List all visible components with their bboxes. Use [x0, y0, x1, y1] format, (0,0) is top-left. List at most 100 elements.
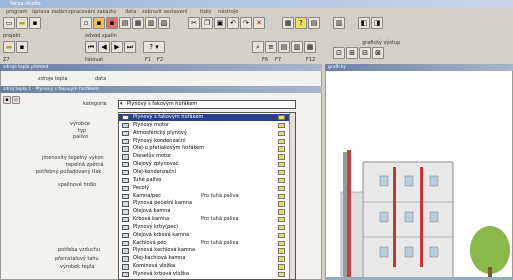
dropdown-item[interactable]: Kominová vložka: [119, 263, 295, 270]
menu-program[interactable]: program: [6, 9, 27, 15]
flame-icon: [278, 169, 285, 176]
boiler-icon: [122, 122, 129, 129]
flame-icon: [278, 224, 285, 231]
flame-icon: [278, 248, 285, 254]
tool-d-icon[interactable]: ▤: [119, 17, 131, 29]
graphic-b-icon[interactable]: ⊞: [346, 47, 358, 59]
open-folder-icon[interactable]: ▬: [16, 17, 28, 29]
tool-e-icon[interactable]: ▦: [132, 17, 144, 29]
flame-icon: [278, 272, 285, 278]
chart-icon[interactable]: ▥: [333, 17, 345, 29]
menu-zobrazit[interactable]: zobrazit sestavení: [142, 9, 187, 15]
dropdown-item[interactable]: Olejová krbová kamna: [119, 232, 295, 239]
copy-icon[interactable]: ❐: [201, 17, 213, 29]
prev-icon[interactable]: ◀: [98, 41, 110, 53]
tab-data[interactable]: data: [95, 76, 106, 82]
tool-a-icon[interactable]: ▫: [80, 17, 92, 29]
menu-nastroje[interactable]: nástroje: [218, 9, 238, 15]
first-icon[interactable]: ⏮: [85, 41, 97, 53]
redo-icon[interactable]: ↷: [240, 17, 252, 29]
menu-zpracovani[interactable]: zpracování zakázky: [68, 9, 117, 15]
last-icon[interactable]: ⏭: [124, 41, 136, 53]
dropdown-item[interactable]: Kamna/pec Pro tuhá paliva: [119, 193, 295, 200]
chevron-down-icon: ▾: [120, 101, 123, 107]
dropdown-item[interactable]: Krbová kamna Pro tuhá paliva: [119, 216, 295, 223]
flame-icon: [278, 217, 285, 223]
boiler-icon: [122, 193, 129, 199]
dropdown-item[interactable]: Olejový zplynovač: [119, 161, 295, 168]
cut-icon[interactable]: ✂: [188, 17, 200, 29]
dropdown-item-label: Olejová kamna: [133, 208, 171, 215]
z7-label: Z7: [3, 57, 10, 63]
graphic-d-icon[interactable]: ⊠: [372, 47, 384, 59]
menu-data[interactable]: data: [125, 9, 136, 15]
folder2-icon[interactable]: ▬: [3, 41, 15, 53]
dropdown-item[interactable]: Olej-kachlová kamna: [119, 255, 295, 262]
dropdown-item-label: Plynový kondenzační: [133, 137, 186, 144]
dropdown-item-label: Krbová kamna: [133, 216, 170, 223]
label-vykon: jmenovitý tepelný výkon: [42, 155, 104, 161]
dropdown-item-label: Plynová krbová vložka: [133, 271, 189, 277]
label-vzduch: potřeba vzduchu: [58, 247, 101, 253]
graphic-c-icon[interactable]: ⊟: [359, 47, 371, 59]
tool-b-icon[interactable]: ▪: [93, 17, 105, 29]
dropdown-item-label: Plynový s fakovým hořákem: [133, 114, 204, 120]
dropdown-item[interactable]: Plynová pečešní kamna: [119, 200, 295, 207]
dropdown-item[interactable]: Olej-u přetlakovým hořákem: [119, 145, 295, 152]
dropdown-item[interactable]: Plynový motor: [119, 122, 295, 129]
tab-zdroje[interactable]: zdroje tepla: [38, 76, 68, 82]
boiler-icon: [122, 169, 129, 176]
view-a-icon[interactable]: ◧: [358, 17, 370, 29]
dropdown-item[interactable]: Atmosférický plynový: [119, 130, 295, 137]
tool-c-icon[interactable]: ▪: [106, 17, 118, 29]
dropdown-item[interactable]: Tuhé palivo: [119, 177, 295, 184]
boiler-icon: [122, 232, 129, 239]
boiler-icon: [122, 256, 129, 262]
undo-icon[interactable]: ↶: [227, 17, 239, 29]
list-icon[interactable]: ≡: [265, 41, 277, 53]
dropdown-item[interactable]: Plynová krbová vložka: [119, 271, 295, 278]
dropdown-scrollbar[interactable]: [289, 113, 295, 279]
dropdown-item[interactable]: Olej-kondenzační: [119, 169, 295, 176]
save2-icon[interactable]: ▪: [16, 41, 28, 53]
left-tool-a-icon[interactable]: ▪: [3, 96, 11, 104]
view-b-icon[interactable]: ◨: [371, 17, 383, 29]
tool-g-icon[interactable]: ▧: [158, 17, 170, 29]
help-icon[interactable]: ?: [295, 17, 307, 29]
boiler-icon: [122, 185, 129, 192]
left-tool-b-icon[interactable]: ▫: [12, 96, 20, 104]
dropdown-item[interactable]: Plynový s fakovým hořákem: [119, 114, 295, 122]
binoculars-icon[interactable]: ⌕: [252, 41, 264, 53]
kategorie-value: Plynový s fakovým hořákem: [127, 101, 198, 107]
menu-tisky[interactable]: tisky: [200, 9, 212, 15]
flame-icon: [278, 138, 285, 144]
save-icon[interactable]: ▪: [29, 17, 41, 29]
dropdown-item[interactable]: Plynový kondenzační: [119, 138, 295, 145]
dropdown-item[interactable]: Plynová kachlová kamna: [119, 247, 295, 254]
tool-f-icon[interactable]: ▥: [145, 17, 157, 29]
dropdown-item[interactable]: Plynový krby(pec): [119, 224, 295, 231]
kategorie-select[interactable]: Plynový s fakovým hořákem ▾: [118, 100, 296, 109]
toolbar2-help: ? ▾: [143, 41, 165, 55]
f7-label: F7: [275, 57, 282, 63]
tool-i-icon[interactable]: ▥: [291, 41, 303, 53]
menu-uprava[interactable]: úprava zadání: [32, 9, 68, 15]
toolbar-misc: ▦ ? ▤: [282, 17, 320, 31]
dropdown-item-label: Olej-u přetlakovým hořákem: [133, 145, 205, 152]
dropdown-item[interactable]: Olejová kamna: [119, 208, 295, 215]
grid-icon[interactable]: ▦: [282, 17, 294, 29]
boiler-icon: [122, 177, 129, 184]
help-dropdown-icon[interactable]: ? ▾: [143, 41, 165, 53]
dropdown-item[interactable]: Pecolý: [119, 185, 295, 192]
calc-icon[interactable]: ▤: [308, 17, 320, 29]
paste-icon[interactable]: ▣: [214, 17, 226, 29]
dropdown-item-note: Pro tuhá paliva: [201, 192, 239, 199]
graphic-a-icon[interactable]: ⊡: [333, 47, 345, 59]
delete-icon[interactable]: ✕: [253, 17, 265, 29]
dropdown-item[interactable]: Kachlová pec Pro tuhá paliva: [119, 240, 295, 247]
new-icon[interactable]: ▭: [3, 17, 15, 29]
dropdown-item[interactable]: Dieselův motor: [119, 153, 295, 160]
tool-j-icon[interactable]: ▦: [304, 41, 316, 53]
next-icon[interactable]: ▶: [111, 41, 123, 53]
tool-h-icon[interactable]: ▤: [278, 41, 290, 53]
